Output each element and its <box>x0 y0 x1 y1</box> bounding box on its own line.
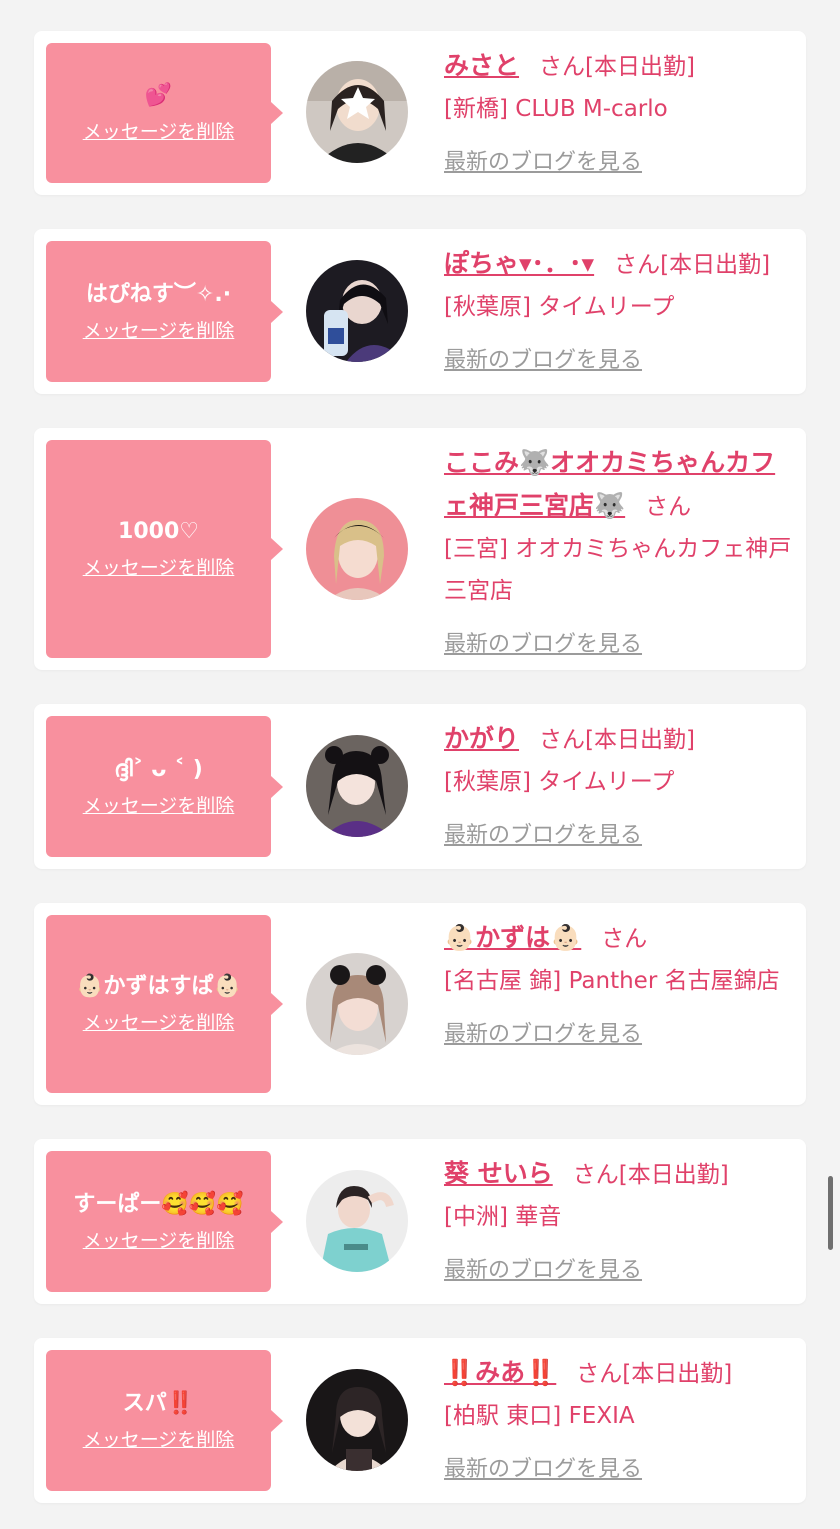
san-label: さん <box>614 252 661 278</box>
avatar[interactable] <box>306 953 408 1055</box>
latest-blog-link[interactable]: 最新のブログを見る <box>444 1250 642 1292</box>
message-bubble: すーぱー🥰🥰🥰 メッセージを削除 <box>46 1151 283 1292</box>
message-text: 1000♡ <box>118 519 199 544</box>
message-card: すーぱー🥰🥰🥰 メッセージを削除 葵 せいら さん[本日出勤] [中洲] 華音 最… <box>34 1139 806 1304</box>
message-card: スパ‼️ メッセージを削除 ‼️みあ‼️ さん[本日出勤] [柏駅 東口] FEX… <box>34 1338 806 1503</box>
san-label: さん <box>576 1361 623 1387</box>
shop-label: [秋葉原] タイムリープ <box>444 294 675 320</box>
card-info: ‼️みあ‼️ さん[本日出勤] [柏駅 東口] FEXIA 最新のブログを見る <box>444 1352 796 1491</box>
status-label: [本日出勤] <box>622 1361 733 1387</box>
san-label: さん <box>572 1162 619 1188</box>
delete-message-link[interactable]: メッセージを削除 <box>46 119 271 145</box>
shop-label: [中洲] 華音 <box>444 1204 562 1230</box>
latest-blog-link[interactable]: 最新のブログを見る <box>444 815 642 857</box>
message-card: ദ്ദി˃ ᴗ ˂ ) メッセージを削除 かがり さん[本日出勤] [秋葉原] タ… <box>34 704 806 869</box>
delete-message-link[interactable]: メッセージを削除 <box>46 555 271 581</box>
message-card: 💕 メッセージを削除 みさと さん[本日出勤] [新橋] CLUB M-carlo… <box>34 31 806 195</box>
san-label: さん <box>539 727 586 753</box>
cast-name-link[interactable]: 葵 せいら <box>444 1159 553 1188</box>
message-card: 1000♡ メッセージを削除 ここみ🐺オオカミちゃんカフェ神戸三宮店🐺 さん [三… <box>34 428 806 670</box>
message-bubble: 1000♡ メッセージを削除 <box>46 440 283 658</box>
latest-blog-link[interactable]: 最新のブログを見る <box>444 340 642 382</box>
cast-name-link[interactable]: ‼️みあ‼️ <box>444 1358 556 1387</box>
san-label: さん <box>539 54 586 80</box>
avatar[interactable] <box>306 735 408 837</box>
card-info: ぽちゃ▾･．･▾ さん[本日出勤] [秋葉原] タイムリープ 最新のブログを見る <box>444 243 796 382</box>
message-text: はぴねす︶✧.· <box>85 281 232 307</box>
avatar[interactable] <box>306 498 408 600</box>
status-label: [本日出勤] <box>585 54 695 80</box>
delete-message-link[interactable]: メッセージを削除 <box>46 318 271 344</box>
message-bubble: はぴねす︶✧.· メッセージを削除 <box>46 241 283 382</box>
message-card: 👶🏻かずはすぱ👶🏻 メッセージを削除 👶🏻かずは👶🏻 さん [名古屋 錦] Pan… <box>34 903 806 1105</box>
delete-message-link[interactable]: メッセージを削除 <box>46 1427 271 1453</box>
shop-label: [秋葉原] タイムリープ <box>444 769 675 795</box>
avatar[interactable] <box>306 1170 408 1272</box>
message-text: すーぱー🥰🥰🥰 <box>73 1191 244 1217</box>
card-info: 👶🏻かずは👶🏻 さん [名古屋 錦] Panther 名古屋錦店 最新のブログを見… <box>444 917 796 1056</box>
message-bubble: スパ‼️ メッセージを削除 <box>46 1350 283 1491</box>
cast-name-link[interactable]: みさと <box>444 51 519 80</box>
cast-name-link[interactable]: ここみ🐺オオカミちゃんカフェ神戸三宮店🐺 <box>444 448 775 520</box>
shop-label: [名古屋 錦] Panther 名古屋錦店 <box>444 968 780 994</box>
avatar[interactable] <box>306 260 408 362</box>
status-label: [本日出勤] <box>585 727 695 753</box>
message-text: 💕 <box>144 83 173 108</box>
card-info: みさと さん[本日出勤] [新橋] CLUB M-carlo 最新のブログを見る <box>444 45 796 184</box>
latest-blog-link[interactable]: 最新のブログを見る <box>444 142 642 184</box>
shop-label: [柏駅 東口] FEXIA <box>444 1403 635 1429</box>
message-list-page: 💕 メッセージを削除 みさと さん[本日出勤] [新橋] CLUB M-carlo… <box>0 0 840 1529</box>
card-info: ここみ🐺オオカミちゃんカフェ神戸三宮店🐺 さん [三宮] オオカミちゃんカフェ神戸… <box>444 442 796 666</box>
delete-message-link[interactable]: メッセージを削除 <box>46 793 271 819</box>
latest-blog-link[interactable]: 最新のブログを見る <box>444 1449 642 1491</box>
delete-message-link[interactable]: メッセージを削除 <box>46 1228 271 1254</box>
message-text: 👶🏻かずはすぱ👶🏻 <box>76 974 241 999</box>
avatar[interactable] <box>306 61 408 163</box>
shop-label: [新橋] CLUB M-carlo <box>444 96 668 122</box>
card-info: かがり さん[本日出勤] [秋葉原] タイムリープ 最新のブログを見る <box>444 718 796 857</box>
message-bubble: ദ്ദി˃ ᴗ ˂ ) メッセージを削除 <box>46 716 283 857</box>
message-card: はぴねす︶✧.· メッセージを削除 ぽちゃ▾･．･▾ さん[本日出勤] [秋葉原]… <box>34 229 806 394</box>
scrollbar[interactable] <box>828 1176 833 1250</box>
cast-name-link[interactable]: かがり <box>444 724 519 753</box>
card-info: 葵 せいら さん[本日出勤] [中洲] 華音 最新のブログを見る <box>444 1153 796 1292</box>
shop-label: [三宮] オオカミちゃんカフェ神戸三宮店 <box>444 536 792 604</box>
san-label: さん <box>601 926 648 952</box>
message-bubble: 💕 メッセージを削除 <box>46 43 283 183</box>
cast-name-link[interactable]: 👶🏻かずは👶🏻 <box>444 923 581 952</box>
message-text: ദ്ദി˃ ᴗ ˂ ) <box>114 756 203 782</box>
delete-message-link[interactable]: メッセージを削除 <box>46 1010 271 1036</box>
avatar[interactable] <box>306 1369 408 1471</box>
message-bubble: 👶🏻かずはすぱ👶🏻 メッセージを削除 <box>46 915 283 1093</box>
latest-blog-link[interactable]: 最新のブログを見る <box>444 1014 642 1056</box>
cast-name-link[interactable]: ぽちゃ▾･．･▾ <box>444 249 594 278</box>
status-label: [本日出勤] <box>660 252 771 278</box>
status-label: [本日出勤] <box>618 1162 729 1188</box>
latest-blog-link[interactable]: 最新のブログを見る <box>444 624 642 666</box>
san-label: さん <box>645 494 692 520</box>
message-text: スパ‼️ <box>122 1390 195 1416</box>
